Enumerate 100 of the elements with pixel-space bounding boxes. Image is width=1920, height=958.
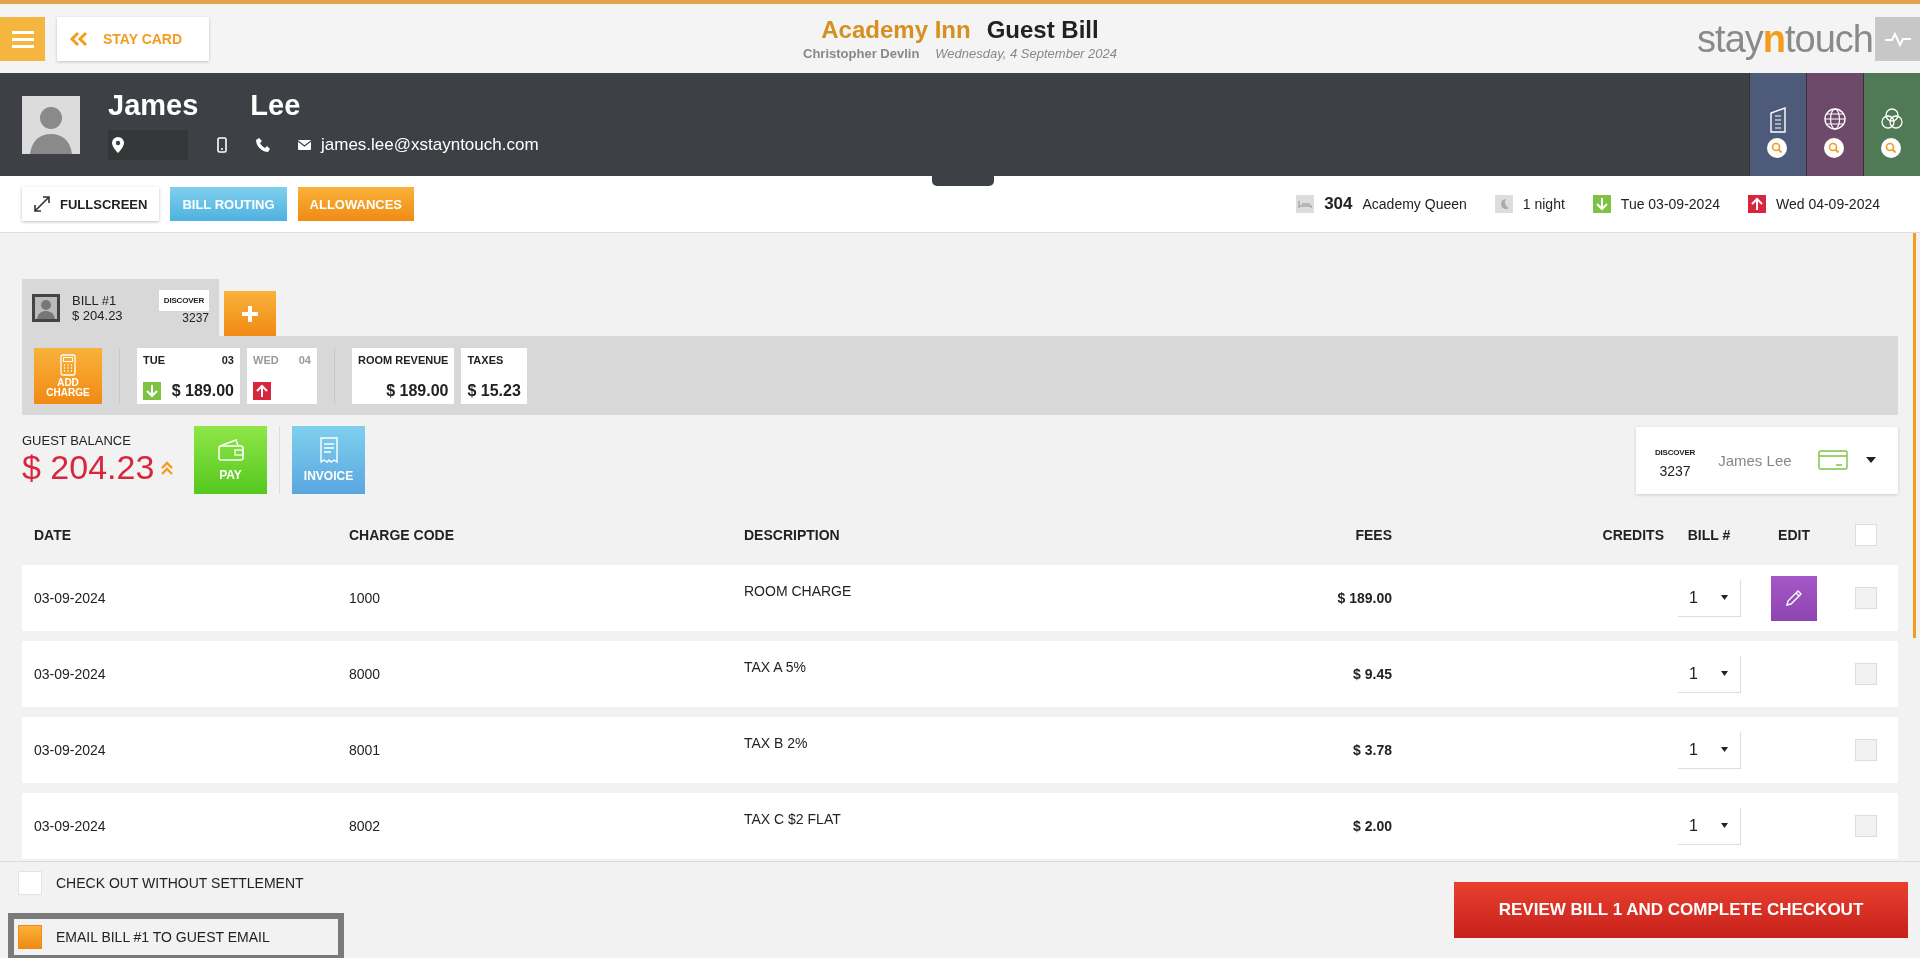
table-cell-text: $ 9.45 (1352, 666, 1392, 682)
guest-last-name: Lee (250, 89, 301, 122)
add-bill-button[interactable] (224, 291, 276, 336)
column-header: DATE (33, 527, 73, 543)
bill-select[interactable]: 1 (1677, 579, 1741, 617)
activity-button[interactable] (1875, 16, 1920, 61)
nights: 1 night (1522, 196, 1565, 212)
card-number: 3237 (1659, 462, 1691, 479)
search-icon (1824, 138, 1844, 158)
search-icon (1881, 138, 1901, 158)
balance-label: GUEST BALANCE (22, 433, 132, 448)
toolbar-button[interactable]: FULLSCREEN (22, 187, 160, 221)
bill-amount: $ 204.23 (72, 307, 123, 323)
table-cell-text: 8002 (349, 818, 382, 834)
pulse-icon (1884, 30, 1911, 47)
caret-icon (1720, 595, 1728, 600)
checkbox-option[interactable]: CHECK OUT WITHOUT SETTLEMENT (8, 859, 344, 907)
user-name: Christopher Devlin (803, 46, 920, 61)
column-header: CHARGE CODE (349, 527, 455, 543)
arrival-date: Tue 03-09-2024 (1620, 196, 1720, 212)
caret-icon (1720, 671, 1728, 676)
summary-card: TAXES $ 15.23 (461, 347, 527, 404)
bill-select[interactable]: 1 (1677, 807, 1741, 845)
avatar-icon (22, 95, 80, 154)
table-cell-text: 03-09-2024 (33, 742, 107, 758)
double-chevron-icon (69, 30, 89, 47)
room-number: 304 (1324, 194, 1353, 214)
row-checkbox[interactable] (1855, 739, 1877, 761)
side-tab[interactable] (1806, 73, 1863, 176)
arrow-up-icon (253, 381, 271, 400)
review-checkout-button[interactable]: REVIEW BILL 1 AND COMPLETE CHECKOUT (1454, 882, 1908, 938)
caret-icon (1720, 747, 1728, 752)
table-cell-text: $ 189.00 (1336, 590, 1392, 606)
page-title: Guest Bill (986, 16, 1099, 44)
payment-card-selector[interactable]: DISCOVER 3237 James Lee (1636, 426, 1898, 494)
table-cell-text: $ 2.00 (1352, 818, 1392, 834)
logo: stayntouch (1697, 19, 1873, 58)
row-checkbox[interactable] (1855, 587, 1877, 609)
phone-icon (256, 138, 270, 152)
side-tab[interactable] (1863, 73, 1920, 176)
search-icon (1767, 138, 1787, 158)
building-icon (1770, 107, 1786, 133)
column-header: CREDITS (1601, 527, 1664, 543)
balance-amount: $ 204.23 (22, 448, 155, 487)
document-icon (318, 437, 339, 463)
select-all-checkbox[interactable] (1855, 524, 1877, 546)
globe-icon (1823, 107, 1847, 131)
location-pin-icon (112, 137, 124, 153)
bill-select[interactable]: 1 (1677, 731, 1741, 769)
arrow-up-icon (1747, 195, 1766, 213)
avatar-icon (32, 293, 60, 322)
card-number: 3237 (182, 311, 209, 325)
menu-button[interactable] (0, 16, 45, 61)
row-checkbox[interactable] (1855, 815, 1877, 837)
guest-first-name: James (108, 89, 199, 122)
table-cell-text: 8000 (349, 666, 382, 682)
day-card[interactable]: TUE 03 $ 189.00 (137, 347, 240, 404)
caret-icon (1720, 823, 1728, 828)
mail-icon (298, 140, 311, 150)
drawer-handle[interactable] (932, 176, 994, 186)
menu-icon (11, 29, 34, 48)
plus-icon (241, 304, 259, 323)
guest-email: james.lee@xstayntouch.com (321, 135, 539, 155)
table-cell-text: 8001 (349, 742, 382, 758)
business-date: Wednesday, 4 September 2024 (935, 46, 1117, 61)
table-cell-text: 03-09-2024 (33, 818, 107, 834)
circles-icon (1880, 107, 1904, 131)
table-cell-text: 03-09-2024 (33, 590, 107, 606)
column-header: EDIT (1777, 527, 1811, 543)
table-cell-text: $ 3.78 (1352, 742, 1392, 758)
caret-icon (1865, 457, 1876, 463)
bill-label: BILL #1 (72, 292, 118, 308)
table-cell-text: ROOM CHARGE (744, 583, 853, 599)
table-cell-text: TAX C $2 FLAT (744, 811, 842, 827)
double-chevron-up-icon (160, 459, 175, 476)
column-header: DESCRIPTION (744, 527, 841, 543)
checkbox-option[interactable]: EMAIL BILL #1 TO GUEST EMAIL (8, 913, 344, 958)
table-cell-text: 1000 (349, 590, 382, 606)
bill-tab[interactable]: BILL #1 $ 204.23 DISCOVER 3237 (22, 279, 219, 336)
room-type: Academy Queen (1362, 196, 1467, 212)
table-cell-text: TAX B 2% (744, 735, 809, 751)
cardholder-name: James Lee (1718, 451, 1792, 469)
bed-icon (1296, 195, 1315, 213)
hotel-name: Academy Inn (821, 16, 971, 44)
table-cell-text: TAX A 5% (744, 659, 807, 675)
table-cell-text: 03-09-2024 (33, 666, 107, 682)
departure-date: Wed 04-09-2024 (1775, 196, 1880, 212)
moon-icon (1494, 195, 1513, 213)
calculator-icon (60, 353, 76, 376)
arrow-down-icon (1592, 195, 1611, 213)
column-header: BILL # (1686, 527, 1732, 543)
wallet-icon (216, 438, 245, 462)
row-checkbox[interactable] (1855, 663, 1877, 685)
credit-card-icon (1817, 450, 1848, 470)
edit-button[interactable] (1771, 575, 1817, 621)
arrow-down-icon (143, 381, 161, 400)
bill-select[interactable]: 1 (1677, 655, 1741, 693)
side-tab[interactable] (1749, 73, 1806, 176)
mobile-phone-icon (217, 137, 227, 153)
card-brand: DISCOVER (158, 290, 209, 311)
